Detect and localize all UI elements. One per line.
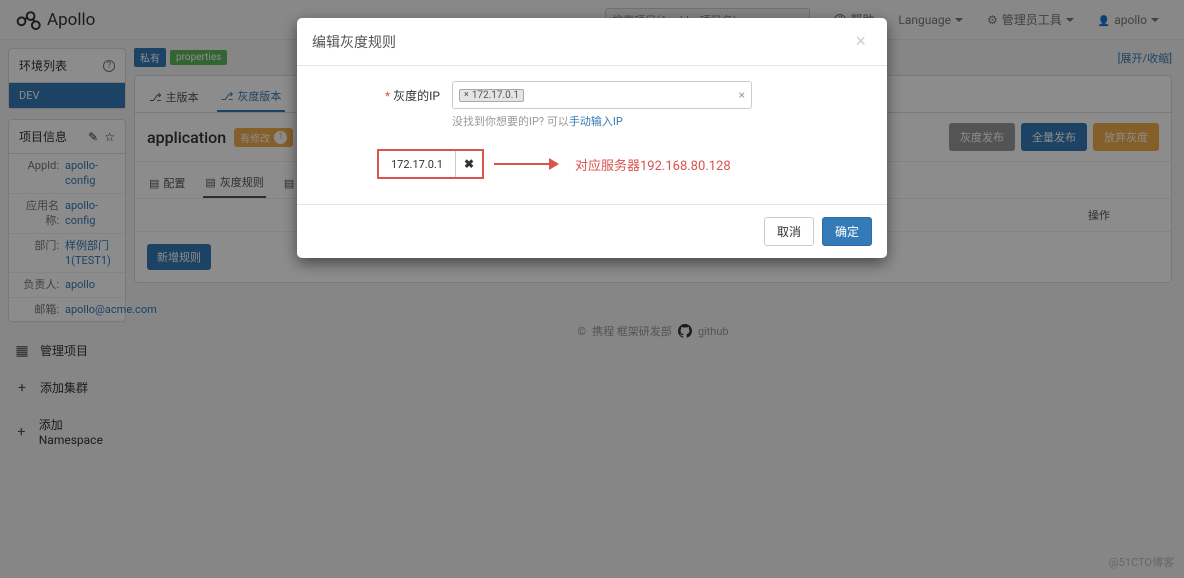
modal-title: 编辑灰度规则: [312, 32, 396, 52]
annotation-arrow-icon: [494, 158, 559, 170]
cancel-button[interactable]: 取消: [764, 217, 814, 246]
annotation-text: 对应服务器192.168.80.128: [575, 155, 731, 174]
modal-close-button[interactable]: ×: [849, 30, 872, 53]
manual-ip-link[interactable]: 手动输入IP: [569, 115, 623, 128]
ip-entry-box: 172.17.0.1 ✖: [377, 149, 484, 179]
ip-hint: 没找到你想要的IP? 可以手动输入IP: [452, 109, 867, 129]
confirm-button[interactable]: 确定: [822, 217, 872, 246]
remove-token-icon[interactable]: ×: [464, 90, 469, 100]
dropdown-clear-icon[interactable]: ×: [739, 88, 745, 102]
ip-token[interactable]: ×172.17.0.1: [459, 89, 524, 102]
gray-ip-select[interactable]: ×172.17.0.1 ×: [452, 81, 752, 109]
edit-gray-rule-modal: 编辑灰度规则 × *灰度的IP ×172.17.0.1 × 没找到你想要的IP?…: [297, 18, 887, 258]
ip-entry-delete-button[interactable]: ✖: [456, 151, 482, 177]
ip-field-label: *灰度的IP: [317, 81, 452, 104]
ip-entry-value: 172.17.0.1: [379, 151, 456, 177]
